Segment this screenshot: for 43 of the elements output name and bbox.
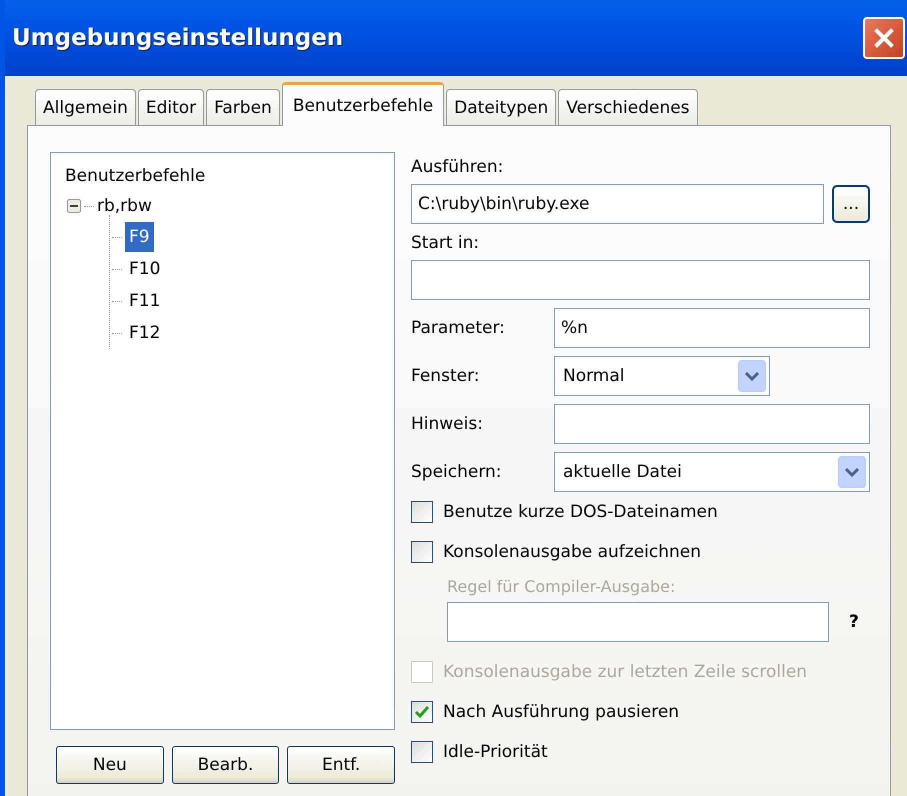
tree-button[interactable]: Bearb. (172, 746, 280, 784)
checkbox-label: Nach Ausführung pausieren (443, 702, 680, 722)
field-label: Speichern: (411, 462, 503, 482)
input-field[interactable] (554, 404, 870, 444)
close-icon (873, 27, 895, 49)
checkbox[interactable] (411, 701, 433, 723)
field-label: Parameter: (411, 318, 506, 338)
field-label: Ausführen: (411, 156, 504, 179)
tree-item[interactable]: Benutzerbefehle (65, 161, 380, 191)
close-button[interactable] (863, 17, 905, 59)
checkbox[interactable] (411, 741, 433, 763)
tree-item[interactable]: F10 (125, 254, 164, 284)
tree-item[interactable]: F9 (125, 222, 154, 252)
browse-button[interactable]: ... (832, 185, 870, 223)
input-field[interactable]: %n (554, 308, 870, 348)
tree-button[interactable]: Neu (56, 746, 164, 784)
tree-item[interactable]: rb,rbw (97, 191, 152, 221)
tab[interactable]: Dateitypen (446, 89, 556, 125)
dropdown[interactable]: Normal (554, 356, 770, 396)
tab[interactable]: Farben (206, 89, 280, 125)
field-label: Hinweis: (411, 414, 484, 434)
field-label: Regel für Compiler-Ausgabe: (447, 576, 676, 598)
tree-item[interactable]: F11 (125, 286, 164, 316)
checkbox-label: Benutze kurze DOS-Dateinamen (443, 502, 718, 522)
tab[interactable]: Editor (138, 89, 204, 125)
window-title: Umgebungseinstellungen (12, 25, 344, 51)
checkbox[interactable] (411, 501, 433, 523)
checkbox-label: Konsolenausgabe aufzeichnen (443, 542, 702, 562)
tree-item[interactable]: F12 (125, 318, 164, 348)
field-label: Start in: (411, 232, 480, 255)
tab[interactable]: Benutzerbefehle (282, 82, 444, 126)
input-field[interactable]: C:\ruby\bin\ruby.exe (411, 184, 824, 224)
dropdown[interactable]: aktuelle Datei (554, 452, 870, 492)
tab[interactable]: Allgemein (35, 89, 136, 125)
input-field[interactable] (411, 260, 870, 300)
input-field[interactable] (447, 602, 829, 642)
checkbox-label: Konsolenausgabe zur letzten Zeile scrollen (443, 662, 808, 682)
tab[interactable]: Verschiedenes (558, 89, 698, 125)
checkbox-label: Idle-Priorität (443, 742, 548, 762)
checkbox[interactable] (411, 541, 433, 563)
tree-button[interactable]: Entf. (287, 746, 396, 784)
field-label: Fenster: (411, 366, 480, 386)
collapse-icon[interactable] (67, 199, 81, 213)
